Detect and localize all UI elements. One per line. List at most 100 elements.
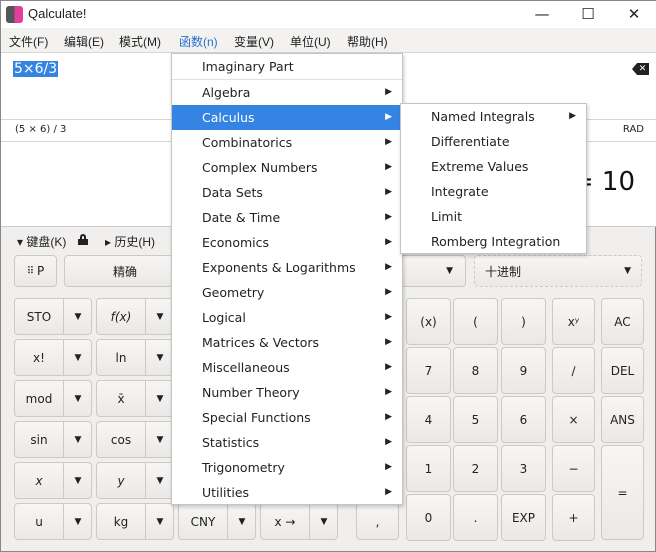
lock-icon[interactable] xyxy=(78,234,88,245)
calculus-menu-item[interactable]: Named Integrals ▶ xyxy=(401,104,586,129)
key-button[interactable]: f(x) ▼ xyxy=(96,298,174,335)
functions-menu-item[interactable]: Complex Numbers ▶ xyxy=(172,155,402,180)
key-button[interactable]: ANS xyxy=(601,396,644,443)
key-button[interactable]: + xyxy=(552,494,595,541)
angle-unit[interactable]: RAD xyxy=(623,124,644,135)
key-button[interactable]: x̄ ▼ xyxy=(96,380,174,417)
calculus-menu-item[interactable]: Differentiate xyxy=(401,129,586,154)
key-button[interactable]: . xyxy=(453,494,498,541)
key-button[interactable]: 7 xyxy=(406,347,451,394)
key-button[interactable]: kg ▼ xyxy=(96,503,174,540)
menu-units[interactable]: 单位(U) xyxy=(290,33,331,50)
clear-expression-icon[interactable]: ✕ xyxy=(632,63,649,75)
dropdown-arrow-icon[interactable]: ▼ xyxy=(145,463,174,498)
dropdown-arrow-icon[interactable]: ▼ xyxy=(63,463,92,498)
menu-functions[interactable]: 函数(n) xyxy=(179,33,218,55)
functions-menu-item[interactable]: Algebra ▶ xyxy=(172,80,402,105)
key-button[interactable]: sin ▼ xyxy=(14,421,92,458)
functions-menu-item[interactable]: Calculus ▶ xyxy=(172,105,402,130)
key-button[interactable]: STO ▼ xyxy=(14,298,92,335)
maximize-button[interactable]: ☐ xyxy=(565,3,611,27)
key-button[interactable]: xʸ xyxy=(552,298,595,345)
base-dropdown[interactable]: 十进制 ▼ xyxy=(474,255,642,287)
calculus-menu-item[interactable]: Limit xyxy=(401,204,586,229)
menu-help[interactable]: 帮助(H) xyxy=(347,33,388,50)
keypad-toggle[interactable]: ▾ 键盘(K) xyxy=(17,233,66,250)
key-button[interactable]: − xyxy=(552,445,595,492)
functions-menu-item[interactable]: Statistics ▶ xyxy=(172,430,402,455)
key-button[interactable]: mod ▼ xyxy=(14,380,92,417)
menu-edit[interactable]: 编辑(E) xyxy=(64,33,104,50)
menu-file[interactable]: 文件(F) xyxy=(9,33,48,50)
key-button[interactable]: x → ▼ xyxy=(260,503,338,540)
functions-menu-item[interactable]: Matrices & Vectors ▶ xyxy=(172,330,402,355)
dropdown-arrow-icon[interactable]: ▼ xyxy=(145,381,174,416)
calculus-menu-item[interactable]: Integrate xyxy=(401,179,586,204)
functions-menu-item[interactable]: Miscellaneous ▶ xyxy=(172,355,402,380)
key-button[interactable]: 5 xyxy=(453,396,498,443)
key-button[interactable]: x ▼ xyxy=(14,462,92,499)
comma-key[interactable]: , xyxy=(356,503,399,540)
precision-button[interactable]: 精确 xyxy=(64,255,186,287)
functions-menu-item[interactable]: Utilities ▶ xyxy=(172,480,402,505)
key-button[interactable]: ( xyxy=(453,298,498,345)
key-button[interactable]: 4 xyxy=(406,396,451,443)
key-button[interactable]: ) xyxy=(501,298,546,345)
key-button[interactable]: = xyxy=(601,445,644,540)
calculus-menu-item[interactable]: Romberg Integration xyxy=(401,229,586,254)
key-button[interactable]: DEL xyxy=(601,347,644,394)
dropdown-arrow-icon[interactable]: ▼ xyxy=(63,381,92,416)
dropdown-arrow-icon[interactable]: ▼ xyxy=(63,340,92,375)
key-button[interactable]: 3 xyxy=(501,445,546,492)
functions-menu-item[interactable]: Imaginary Part xyxy=(172,54,402,79)
key-button[interactable]: y ▼ xyxy=(96,462,174,499)
functions-menu-item[interactable]: Data Sets ▶ xyxy=(172,180,402,205)
functions-menu-item[interactable]: Trigonometry ▶ xyxy=(172,455,402,480)
key-button[interactable]: EXP xyxy=(501,494,546,541)
minimize-button[interactable]: — xyxy=(519,3,565,27)
window-title: Qalculate! xyxy=(28,6,87,21)
key-button[interactable]: × xyxy=(552,396,595,443)
functions-menu-item[interactable]: Number Theory ▶ xyxy=(172,380,402,405)
functions-menu-item[interactable]: Combinatorics ▶ xyxy=(172,130,402,155)
key-button[interactable]: 9 xyxy=(501,347,546,394)
dropdown-arrow-icon[interactable]: ▼ xyxy=(145,299,174,334)
dropdown-arrow-icon[interactable]: ▼ xyxy=(227,504,256,539)
menu-item-label: Exponents & Logarithms xyxy=(202,260,356,275)
close-button[interactable]: ✕ xyxy=(611,3,656,27)
calculus-menu-item[interactable]: Extreme Values xyxy=(401,154,586,179)
submenu-arrow-icon: ▶ xyxy=(385,312,392,322)
functions-menu-item[interactable]: Special Functions ▶ xyxy=(172,405,402,430)
functions-menu-item[interactable]: Geometry ▶ xyxy=(172,280,402,305)
key-button[interactable]: AC xyxy=(601,298,644,345)
key-button[interactable]: (x) xyxy=(406,298,451,345)
functions-menu-item[interactable]: Economics ▶ xyxy=(172,230,402,255)
key-button[interactable]: u ▼ xyxy=(14,503,92,540)
key-button[interactable]: cos ▼ xyxy=(96,421,174,458)
key-button[interactable]: x! ▼ xyxy=(14,339,92,376)
expression-text[interactable]: 5×6/3 xyxy=(13,61,59,77)
key-button[interactable]: CNY ▼ xyxy=(178,503,256,540)
key-button[interactable]: ∕ xyxy=(552,347,595,394)
key-button[interactable]: 1 xyxy=(406,445,451,492)
programming-keypad-button[interactable]: ⠿ P xyxy=(14,255,57,287)
menu-variables[interactable]: 变量(V) xyxy=(234,33,274,50)
menu-item-label: Economics xyxy=(202,235,270,250)
functions-menu-item[interactable]: Date & Time ▶ xyxy=(172,205,402,230)
key-button[interactable]: 0 xyxy=(406,494,451,541)
dropdown-arrow-icon[interactable]: ▼ xyxy=(145,422,174,457)
dropdown-arrow-icon[interactable]: ▼ xyxy=(63,504,92,539)
dropdown-arrow-icon[interactable]: ▼ xyxy=(63,299,92,334)
dropdown-arrow-icon[interactable]: ▼ xyxy=(145,504,174,539)
menu-mode[interactable]: 模式(M) xyxy=(119,33,161,50)
key-button[interactable]: 6 xyxy=(501,396,546,443)
dropdown-arrow-icon[interactable]: ▼ xyxy=(63,422,92,457)
key-button[interactable]: 2 xyxy=(453,445,498,492)
functions-menu-item[interactable]: Exponents & Logarithms ▶ xyxy=(172,255,402,280)
functions-menu-item[interactable]: Logical ▶ xyxy=(172,305,402,330)
dropdown-arrow-icon[interactable]: ▼ xyxy=(309,504,338,539)
dropdown-arrow-icon[interactable]: ▼ xyxy=(145,340,174,375)
history-toggle[interactable]: ▸ 历史(H) xyxy=(105,233,155,250)
key-button[interactable]: 8 xyxy=(453,347,498,394)
key-button[interactable]: ln ▼ xyxy=(96,339,174,376)
